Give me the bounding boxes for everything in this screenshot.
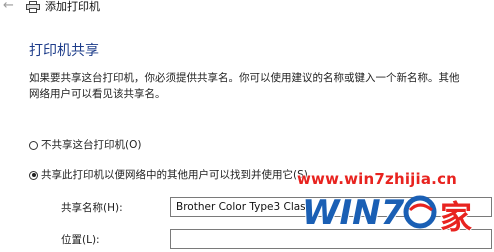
title-bar: ← 添加打印机 <box>0 0 494 16</box>
section-heading: 打印机共享 <box>29 43 99 59</box>
section-description: 如果要共享这台打印机，你必须提供共享名。你可以使用建议的名称或键入一个新名称。其… <box>29 72 460 100</box>
watermark-logo-char: 家 <box>440 198 472 236</box>
share-name-label: 共享名称(H): <box>61 202 123 214</box>
svg-text:WIN7: WIN7 <box>302 193 405 233</box>
location-label: 位置(L): <box>61 234 100 246</box>
window-title: 添加打印机 <box>45 0 100 13</box>
share-label: 共享此打印机以便网络中的其他用户可以找到并使用它(S) <box>41 169 308 181</box>
no-share-radio[interactable] <box>29 140 38 150</box>
share-option[interactable]: 共享此打印机以便网络中的其他用户可以找到并使用它(S) <box>29 168 308 182</box>
back-arrow-icon[interactable]: ← <box>3 0 17 14</box>
watermark-logo: WIN7 家 <box>301 192 473 237</box>
no-share-option[interactable]: 不共享这台打印机(O) <box>29 138 141 152</box>
no-share-label: 不共享这台打印机(O) <box>41 139 142 151</box>
share-radio[interactable] <box>29 170 38 180</box>
printer-icon <box>26 1 40 13</box>
